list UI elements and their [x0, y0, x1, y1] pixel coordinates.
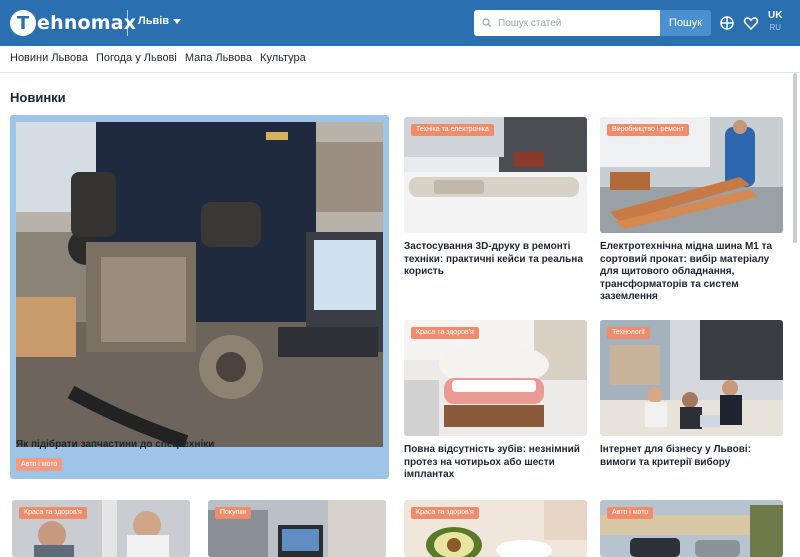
- search-field[interactable]: [474, 10, 660, 36]
- article-title[interactable]: Повна відсутність зубів: незнімний проте…: [404, 444, 587, 482]
- category-badge[interactable]: Краса та здоров'я: [411, 507, 479, 519]
- search-input[interactable]: [498, 17, 648, 29]
- category-badge[interactable]: Краса та здоров'я: [19, 507, 87, 519]
- nav-item-weather[interactable]: Погода у Львові: [96, 52, 177, 64]
- search-bar: Пошук: [474, 10, 711, 36]
- site-logo[interactable]: T ehnomax: [10, 9, 136, 37]
- featured-article-card[interactable]: Як підібрати запчастини до спецтехніки А…: [10, 115, 389, 479]
- nav-divider: [0, 72, 800, 73]
- nav-item-news[interactable]: Новини Львова: [10, 52, 88, 64]
- nav-item-map[interactable]: Мапа Львова: [185, 52, 252, 64]
- heart-icon[interactable]: [743, 15, 759, 31]
- city-label: Львів: [138, 15, 170, 27]
- page-scrollbar[interactable]: [793, 73, 797, 243]
- header-divider: [127, 10, 128, 36]
- logo-letter: T: [10, 10, 36, 36]
- city-selector[interactable]: Львів: [138, 15, 182, 27]
- category-badge[interactable]: Авто і мото: [16, 458, 63, 471]
- contrast-toggle-icon[interactable]: [719, 15, 735, 31]
- site-header: T ehnomax Львів Пошук UK RU: [0, 0, 800, 46]
- section-title: Новинки: [10, 90, 66, 105]
- language-switcher: UK RU: [768, 10, 782, 32]
- lang-uk[interactable]: UK: [768, 10, 782, 21]
- article-title[interactable]: Застосування 3D-друку в ремонті техніки:…: [404, 241, 587, 279]
- category-badge[interactable]: Авто і мото: [607, 507, 654, 519]
- featured-article-title[interactable]: Як підібрати запчастини до спецтехніки: [16, 439, 383, 450]
- search-button[interactable]: Пошук: [660, 10, 711, 36]
- article-title[interactable]: Електротехнічна мідна шина М1 та сортови…: [600, 241, 783, 304]
- chevron-down-icon: [173, 18, 182, 24]
- featured-article-image[interactable]: [16, 122, 383, 447]
- nav-item-culture[interactable]: Культура: [260, 52, 306, 64]
- category-badge[interactable]: Виробництво і ремонт: [607, 124, 689, 136]
- main-nav: Новини Львова Погода у Львові Мапа Львов…: [10, 52, 306, 64]
- lang-ru[interactable]: RU: [768, 23, 782, 32]
- article-title[interactable]: Інтернет для бізнесу у Львові: вимоги та…: [600, 444, 783, 469]
- logo-text: ehnomax: [37, 12, 137, 34]
- category-badge[interactable]: Технології: [607, 327, 650, 339]
- category-badge[interactable]: Покупки: [215, 507, 252, 519]
- category-badge[interactable]: Техніка та електроніка: [411, 124, 494, 136]
- search-icon: [482, 18, 492, 28]
- category-badge[interactable]: Краса та здоров'я: [411, 327, 479, 339]
